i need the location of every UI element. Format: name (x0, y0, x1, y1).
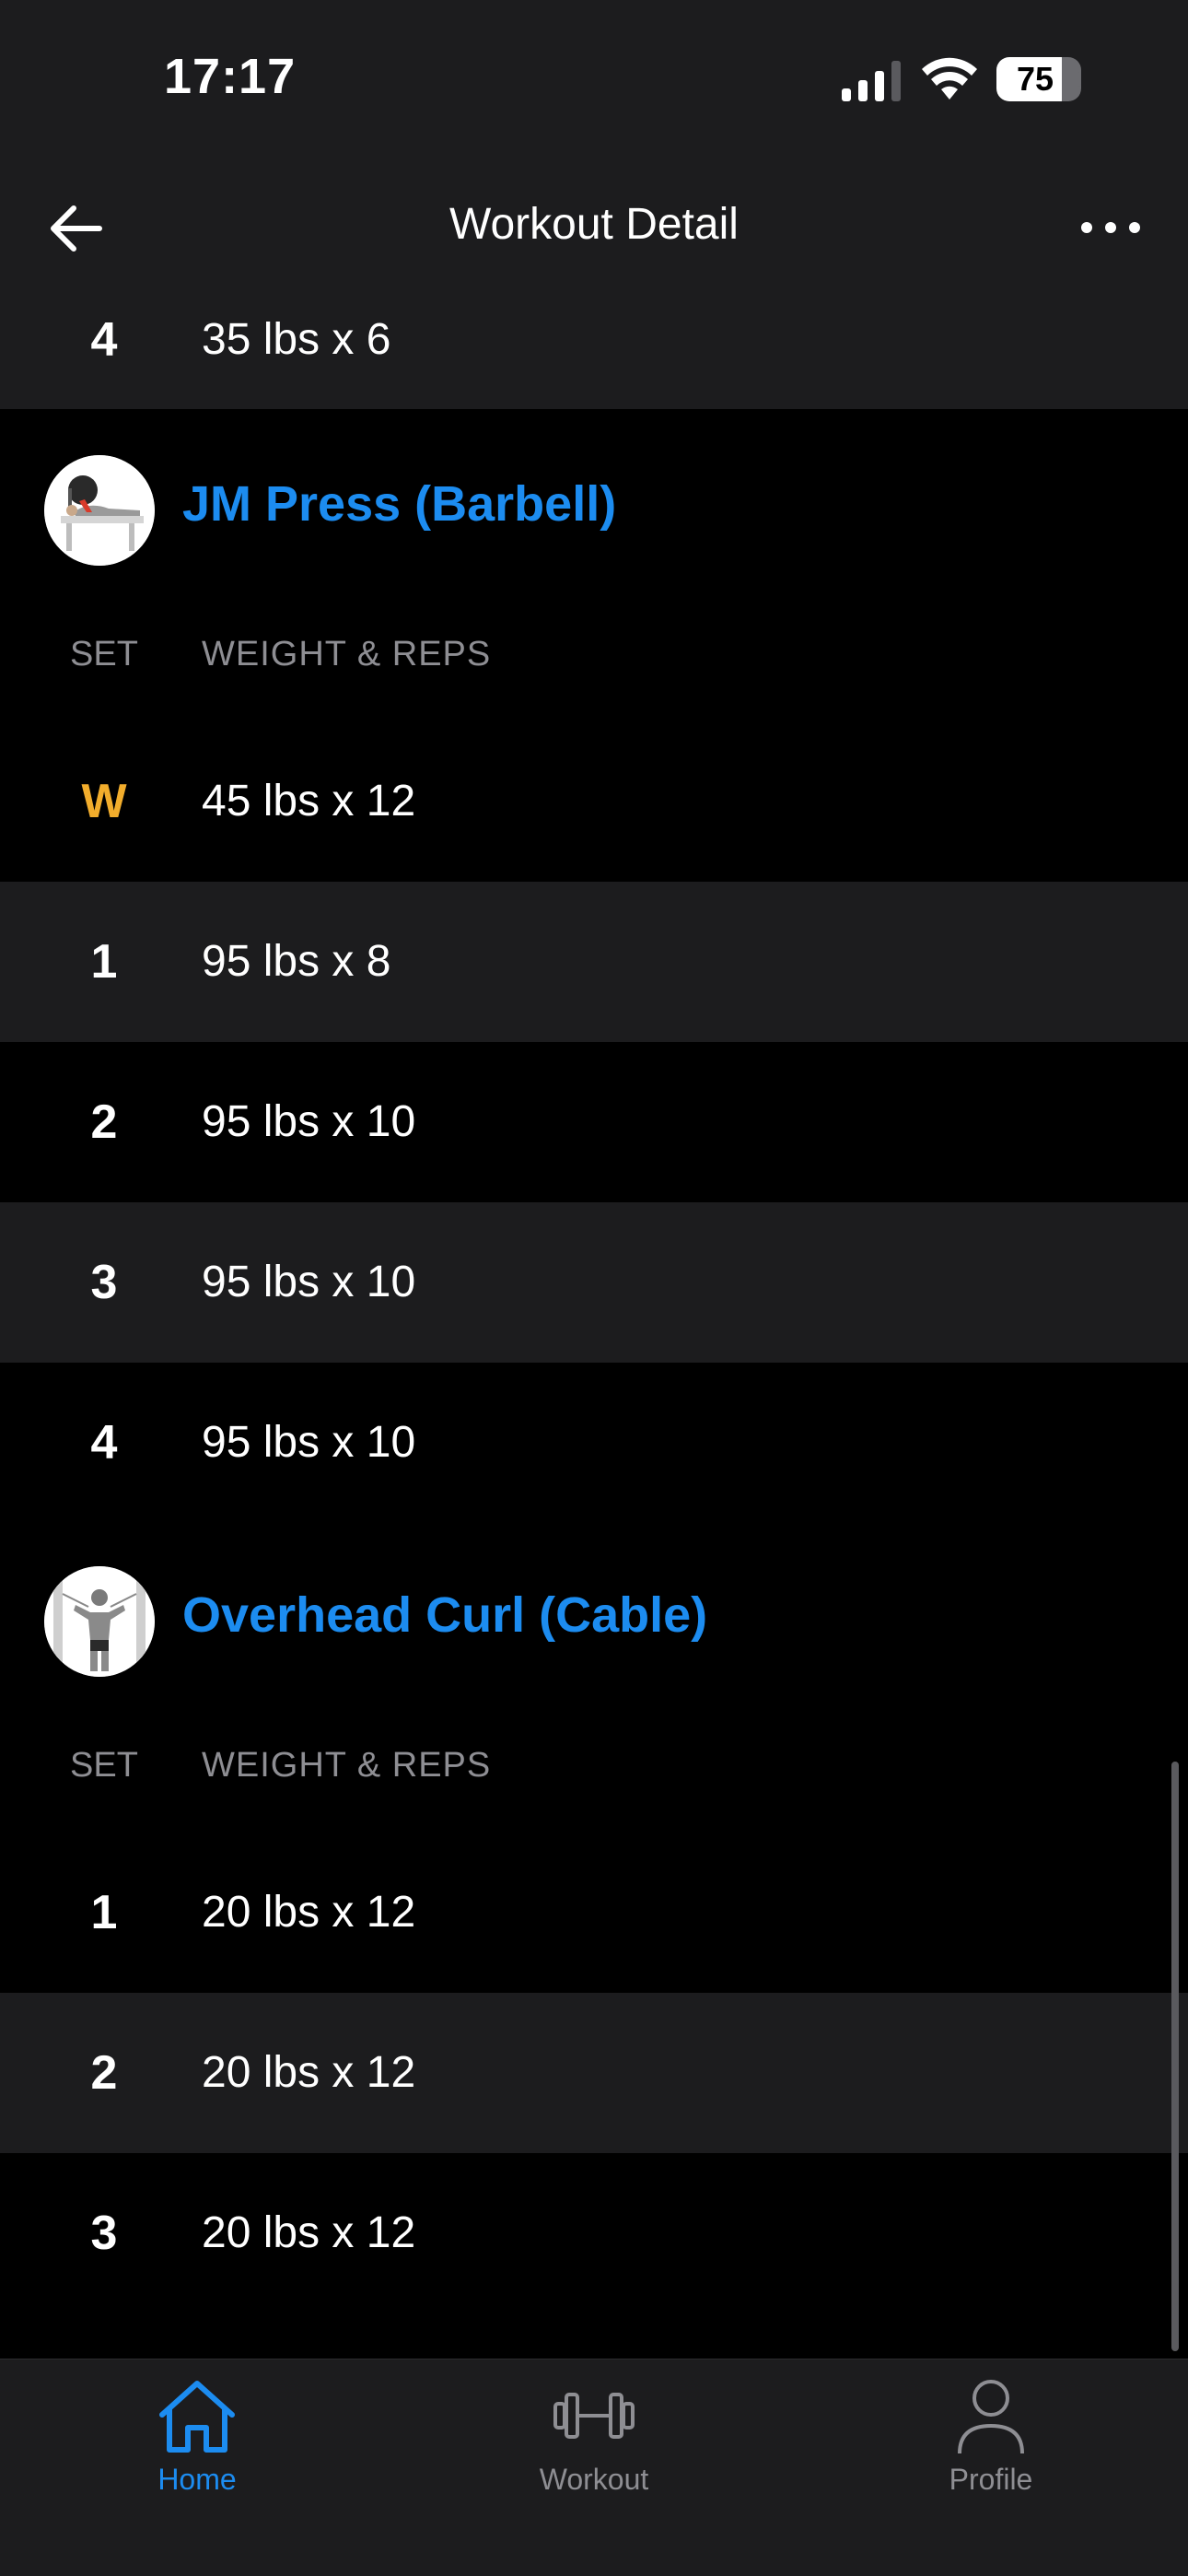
workout-detail-screen: 17:17 75 Workout Detail 4 35 lbs x 6 JM … (0, 0, 1188, 2576)
set-number: 2 (90, 2046, 118, 2100)
set-number: 2 (90, 1095, 118, 1149)
set-number: 4 (90, 313, 118, 367)
weight-reps-value: 95 lbs x 10 (202, 1097, 416, 1146)
exercise-name[interactable]: JM Press (Barbell) (182, 475, 616, 533)
set-number: 1 (90, 935, 118, 989)
exercise-name[interactable]: Overhead Curl (Cable) (182, 1587, 707, 1644)
tab-label: Home (157, 2463, 237, 2496)
weight-reps-value: 95 lbs x 8 (202, 937, 391, 986)
home-icon (159, 2381, 235, 2453)
exercise-header[interactable]: Overhead Curl (Cable) (0, 1557, 1188, 1686)
tab-profile[interactable]: Profile (853, 2359, 1129, 2498)
set-number: 1 (90, 1886, 118, 1939)
column-headers: SET WEIGHT & REPS (0, 1719, 1188, 1811)
status-time: 17:17 (164, 49, 297, 104)
column-headers: SET WEIGHT & REPS (0, 608, 1188, 700)
set-column-header: SET (70, 635, 138, 673)
set-number-warmup: W (81, 775, 127, 828)
weight-reps-value: 20 lbs x 12 (202, 1888, 416, 1937)
set-row[interactable]: 2 20 lbs x 12 (0, 1993, 1188, 2153)
set-row[interactable]: W 45 lbs x 12 (0, 721, 1188, 882)
more-horizontal-icon[interactable] (1074, 205, 1147, 251)
tab-home[interactable]: Home (59, 2359, 335, 2498)
weight-reps-value: 45 lbs x 12 (202, 777, 416, 825)
weight-reps-value: 95 lbs x 10 (202, 1418, 416, 1467)
battery-indicator: 75 (996, 57, 1081, 101)
battery-percent: 75 (1016, 60, 1054, 98)
weight-reps-value: 35 lbs x 6 (202, 315, 391, 364)
tab-bar: Home Workout Profile (0, 2359, 1188, 2576)
wifi-icon (922, 57, 977, 100)
cellular-signal-icon (842, 61, 901, 101)
set-row[interactable]: 3 95 lbs x 10 (0, 1202, 1188, 1363)
dumbbell-icon (553, 2393, 635, 2439)
weight-reps-column-header: WEIGHT & REPS (202, 1746, 492, 1785)
exercise-header[interactable]: JM Press (Barbell) (0, 446, 1188, 575)
set-row[interactable]: 3 20 lbs x 12 (0, 2153, 1188, 2313)
bench-press-figure-icon (44, 455, 155, 566)
weight-reps-value: 20 lbs x 12 (202, 2208, 416, 2257)
page-title: Workout Detail (449, 200, 739, 249)
set-row[interactable]: 2 95 lbs x 10 (0, 1042, 1188, 1202)
weight-reps-value: 95 lbs x 10 (202, 1258, 416, 1306)
set-row[interactable]: 1 20 lbs x 12 (0, 1832, 1188, 1993)
set-number: 3 (90, 2207, 118, 2260)
status-bar: 17:17 75 (0, 0, 1188, 147)
battery-cap (1076, 72, 1081, 87)
tab-label: Profile (949, 2463, 1033, 2496)
set-column-header: SET (70, 1746, 138, 1785)
set-number: 3 (90, 1256, 118, 1309)
person-icon (958, 2380, 1024, 2454)
tab-label: Workout (539, 2463, 649, 2496)
set-row[interactable]: 4 35 lbs x 6 (0, 300, 1188, 409)
weight-reps-column-header: WEIGHT & REPS (202, 635, 492, 673)
set-number: 4 (90, 1416, 118, 1469)
exercise-thumbnail-overhead-curl (44, 1566, 155, 1677)
tab-workout[interactable]: Workout (456, 2359, 732, 2498)
set-row[interactable]: 1 95 lbs x 8 (0, 882, 1188, 1042)
navigation-bar: Workout Detail (0, 147, 1188, 300)
exercise-thumbnail-jm-press (44, 455, 155, 566)
set-row[interactable]: 4 95 lbs x 10 (0, 1363, 1188, 1523)
cable-curl-figure-icon (44, 1566, 155, 1677)
weight-reps-value: 20 lbs x 12 (202, 2048, 416, 2097)
scrollbar[interactable] (1171, 1762, 1179, 2351)
